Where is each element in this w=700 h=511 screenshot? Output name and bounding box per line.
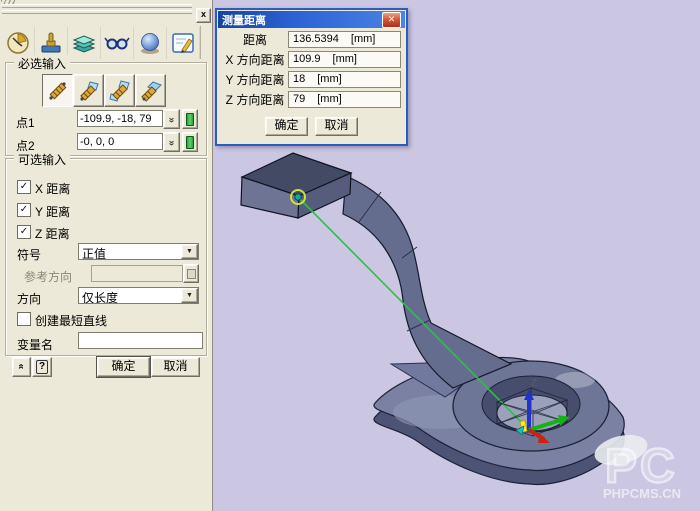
point2-constructor-button[interactable] — [182, 132, 198, 152]
x-distance-unit: [mm] — [333, 53, 357, 65]
create-shortest-line-label: 创建最短直线 — [35, 312, 107, 329]
sphere-icon[interactable] — [134, 27, 167, 59]
measure-object-to-object-button[interactable] — [104, 74, 135, 107]
arm — [343, 176, 511, 388]
dialog-ok-button[interactable]: 确定 — [265, 117, 308, 136]
point1-input[interactable] — [77, 110, 163, 127]
z-distance-row: Z 方向距离 79 [mm] — [222, 89, 401, 109]
combo-arrow-icon[interactable]: ▼ — [181, 244, 198, 259]
x-distance-row: X 方向距离 109.9 [mm] — [222, 49, 401, 69]
reference-direction-input — [91, 265, 183, 282]
z-distance-checkbox[interactable]: ✓ — [17, 225, 31, 239]
collapse-panel-button[interactable]: » — [12, 357, 31, 377]
create-shortest-line-checkbox[interactable] — [17, 312, 31, 326]
direction-value: 仅长度 — [79, 288, 181, 303]
required-group-title: 必选输入 — [14, 55, 70, 72]
point1-options-chevron[interactable]: » — [163, 109, 180, 129]
z-axis-label: Z — [531, 378, 537, 389]
dialog-titlebar[interactable]: 测量距离 ✕ — [218, 11, 405, 28]
green-led-icon — [186, 113, 194, 126]
panel-ok-button[interactable]: 确定 — [97, 357, 150, 377]
help-icon: ? — [36, 360, 48, 374]
green-led-icon — [186, 136, 194, 149]
measure-distance-dialog: 测量距离 ✕ 距离 136.5394 [mm] X 方向距离 109.9 [mm… — [215, 8, 408, 146]
y-distance-label: Y 距离 — [35, 203, 70, 220]
help-button[interactable]: ? — [32, 357, 52, 377]
x-distance-label: X 距离 — [35, 180, 70, 197]
measure-type-buttons — [42, 74, 166, 107]
panel-close-button[interactable]: x — [196, 8, 211, 23]
direction-label: 方向 — [17, 290, 41, 307]
combo-arrow-icon[interactable]: ▼ — [181, 288, 198, 303]
dialog-close-button[interactable]: ✕ — [382, 12, 401, 28]
z-distance-label: Z 方向距离 — [222, 91, 288, 108]
app-window: Z PC PHPCMS.CN x — [0, 0, 700, 511]
x-distance-value: 109.9 — [293, 53, 321, 65]
toolbar-gripper[interactable] — [2, 4, 192, 8]
measure-panel: x 必选输入 — [0, 0, 213, 511]
sign-label: 符号 — [17, 246, 41, 263]
point2-input[interactable] — [77, 133, 163, 150]
dialog-buttons: 确定 取消 — [217, 117, 406, 136]
dialog-title: 测量距离 — [222, 12, 266, 28]
y-distance-row: Y 方向距离 18 [mm] — [222, 69, 401, 89]
y-distance-value: 18 — [293, 73, 305, 85]
y-distance-field: 18 [mm] — [288, 71, 401, 88]
z-distance-value: 79 — [293, 93, 305, 105]
sign-value: 正值 — [79, 244, 181, 259]
watermark: PC PHPCMS.CN — [603, 440, 681, 501]
y-distance-label: Y 方向距离 — [222, 71, 288, 88]
edit-note-icon[interactable] — [167, 27, 200, 59]
x-distance-field: 109.9 [mm] — [288, 51, 401, 68]
distance-field: 136.5394 [mm] — [288, 31, 401, 48]
y-distance-checkbox[interactable]: ✓ — [17, 203, 31, 217]
measure-point-to-point-button[interactable] — [42, 74, 73, 107]
x-distance-label: X 方向距离 — [222, 51, 288, 68]
optional-input-group: 可选输入 ✓ X 距离 ✓ Y 距离 ✓ Z 距离 符号 正值 ▼ 参考方向 方… — [5, 158, 207, 356]
y-distance-unit: [mm] — [317, 73, 341, 85]
z-distance-field: 79 [mm] — [288, 91, 401, 108]
x-distance-checkbox[interactable]: ✓ — [17, 180, 31, 194]
z-distance-label: Z 距离 — [35, 225, 70, 242]
point2-options-chevron[interactable]: » — [163, 132, 180, 152]
sign-combobox[interactable]: 正值 ▼ — [78, 243, 199, 260]
panel-cancel-button[interactable]: 取消 — [151, 357, 200, 377]
measure-point-to-plane-button[interactable] — [135, 74, 166, 107]
variable-name-label: 变量名 — [17, 336, 53, 353]
watermark-text: PHPCMS.CN — [603, 486, 681, 501]
layers-icon[interactable] — [68, 27, 101, 59]
toolbar-gripper-2[interactable] — [2, 10, 192, 14]
distance-unit: [mm] — [351, 33, 375, 45]
optional-group-title: 可选输入 — [14, 151, 70, 168]
required-input-group: 必选输入 点1 » 点2 » — [5, 62, 207, 156]
z-distance-unit: [mm] — [317, 93, 341, 105]
measure-point-to-object-button[interactable] — [73, 74, 104, 107]
distance-value: 136.5394 — [293, 33, 339, 45]
vector-picker-icon — [187, 269, 196, 279]
distance-row: 距离 136.5394 [mm] — [222, 29, 401, 49]
stamp-icon[interactable] — [35, 27, 68, 59]
reference-direction-picker-button — [183, 264, 199, 283]
variable-name-input[interactable] — [78, 332, 203, 349]
reference-direction-label: 参考方向 — [24, 268, 72, 285]
distance-label: 距离 — [222, 31, 288, 48]
hole-floor — [497, 395, 567, 431]
point1-label: 点1 — [16, 114, 35, 131]
point1-constructor-button[interactable] — [182, 109, 198, 129]
direction-combobox[interactable]: 仅长度 ▼ — [78, 287, 199, 304]
gauge-icon[interactable] — [2, 27, 35, 59]
glasses-icon[interactable] — [101, 27, 134, 59]
dialog-cancel-button[interactable]: 取消 — [315, 117, 358, 136]
